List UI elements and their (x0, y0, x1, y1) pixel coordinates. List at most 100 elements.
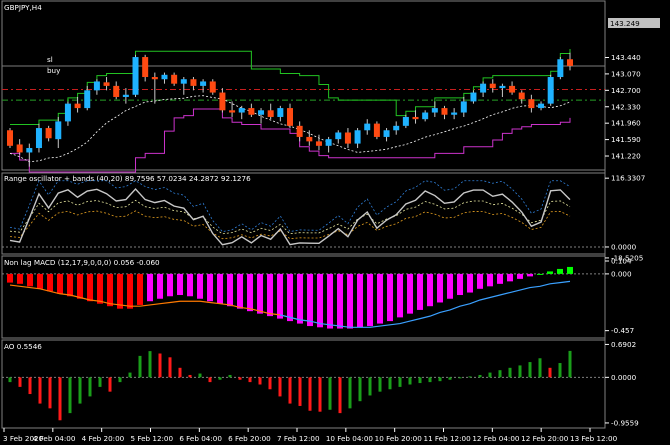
time-axis: 3 Feb 20204 Feb 04:00 4 Feb 20:00 5 Feb 12… (3, 428, 618, 443)
candle-body (248, 108, 255, 115)
macd-bar (97, 273, 103, 304)
candle-body (113, 85, 120, 97)
candles (7, 52, 573, 167)
macd-bar (347, 273, 353, 329)
macd-bar (67, 273, 73, 297)
panel-frame (1, 339, 606, 429)
macd-bar (317, 273, 323, 328)
candle-body (373, 123, 380, 137)
candle-body (402, 116, 409, 126)
macd-bar (237, 273, 243, 309)
candle-body (557, 59, 564, 78)
macd-bar (457, 273, 463, 296)
panel-frame (1, 172, 606, 255)
time-tick-label: 4 Feb 20:00 (82, 434, 125, 443)
macd-bar (227, 273, 233, 307)
panel-frames (1, 0, 606, 429)
macd-bar (527, 273, 533, 277)
candle-body (431, 108, 438, 113)
candle-body (209, 81, 216, 93)
candle-body (441, 108, 448, 115)
candle-body (16, 144, 23, 153)
macd-bar (437, 273, 443, 303)
macd-bar (297, 273, 303, 324)
trade-levels: sl buy (2, 55, 605, 101)
time-tick-label: 13 Feb 12:00 (570, 434, 618, 443)
macd-bar (177, 273, 183, 296)
macd-bar (247, 273, 253, 312)
candle-body (277, 108, 284, 117)
time-tick-label: 10 Feb 04:00 (326, 434, 374, 443)
candle-body (451, 112, 458, 115)
macd-bar (517, 273, 523, 279)
ao-panel[interactable]: AO 0.5546 0.6902 0.0000 -0.9559 (2, 340, 639, 428)
candle-body (499, 85, 506, 89)
price-axis: 143.440 143.070 142.700 142.330 141.960 141.5… (605, 53, 641, 161)
candle-body (364, 123, 371, 131)
candle-body (229, 110, 236, 113)
candle-body (306, 136, 313, 142)
time-tick-label: 7 Feb 12:00 (277, 434, 320, 443)
candle-body (518, 92, 525, 100)
range-lower-band (9, 210, 571, 240)
time-tick-label: 5 Feb 12:00 (131, 434, 174, 443)
macd-bar (337, 273, 343, 329)
macd-panel[interactable]: Non lag MACD (12,17,9,0,0,0) 0.056 -0.06… (2, 256, 634, 335)
time-tick-label: 6 Feb 20:00 (228, 434, 271, 443)
range-tick-label: 116.3307 (611, 174, 645, 183)
time-tick-label: 6 Feb 04:00 (179, 434, 222, 443)
candle-body (315, 141, 322, 146)
chart-canvas[interactable]: GBPJPY,H4 143.440143.070142.700142.33014… (0, 0, 670, 445)
macd-bar (167, 273, 173, 297)
ao-tick-label: -0.9559 (611, 418, 639, 427)
time-tick-label: 10 Feb 20:00 (375, 434, 423, 443)
macd-tick-label: -0.457 (611, 326, 634, 335)
candle-body (460, 101, 467, 113)
candle-body (7, 130, 13, 146)
macd-bar (487, 273, 493, 287)
panel-frame (1, 0, 606, 171)
range-upper-band (9, 180, 571, 233)
candle-body (335, 132, 342, 140)
candle-body (325, 139, 332, 146)
macd-bar (547, 271, 553, 274)
macd-bar (387, 273, 393, 322)
ao-histogram (8, 350, 572, 421)
macd-bar (207, 273, 213, 302)
macd-bar (57, 273, 63, 294)
price-tick-label: 143.440 (611, 53, 641, 62)
candle-body (103, 82, 110, 86)
macd-bar (567, 266, 573, 274)
macd-bar (307, 273, 313, 327)
symbol-label: GBPJPY,H4 (4, 3, 42, 12)
price-panel[interactable]: GBPJPY,H4 143.440143.070142.700142.33014… (2, 3, 660, 173)
macd-bar (107, 273, 113, 307)
ao-tick-label: 0.6902 (611, 340, 636, 349)
ao-tick-label: 0.0000 (611, 373, 637, 382)
candle-body (74, 103, 81, 109)
range-oscillator-panel[interactable]: Range oscillator + bands (40,20) 89.7596… (2, 174, 645, 263)
candle-body (238, 108, 245, 113)
macd-bar (287, 273, 293, 322)
macd-bar (417, 273, 423, 310)
range-oscillator-line (9, 187, 571, 246)
macd-bar (117, 273, 123, 309)
price-tick-label: 142.700 (611, 86, 641, 95)
candle-body (470, 92, 477, 102)
range-oscillator-title: Range oscillator + bands (40,20) 89.7596… (4, 174, 251, 183)
sl-label: sl (47, 55, 53, 64)
macd-bar (327, 273, 333, 329)
candle-body (480, 83, 487, 93)
macd-bar (357, 273, 363, 328)
macd-bar (277, 273, 283, 319)
candle-body (547, 77, 554, 104)
candle-body (132, 57, 139, 95)
candle-body (180, 79, 187, 84)
candle-body (200, 81, 207, 86)
candle-body (45, 128, 52, 139)
macd-bar (37, 273, 43, 289)
time-tick-label: 4 Feb 04:00 (33, 434, 76, 443)
candle-body (296, 125, 303, 137)
macd-bar (267, 273, 273, 317)
range-tick-label: 0.0000 (611, 242, 637, 251)
